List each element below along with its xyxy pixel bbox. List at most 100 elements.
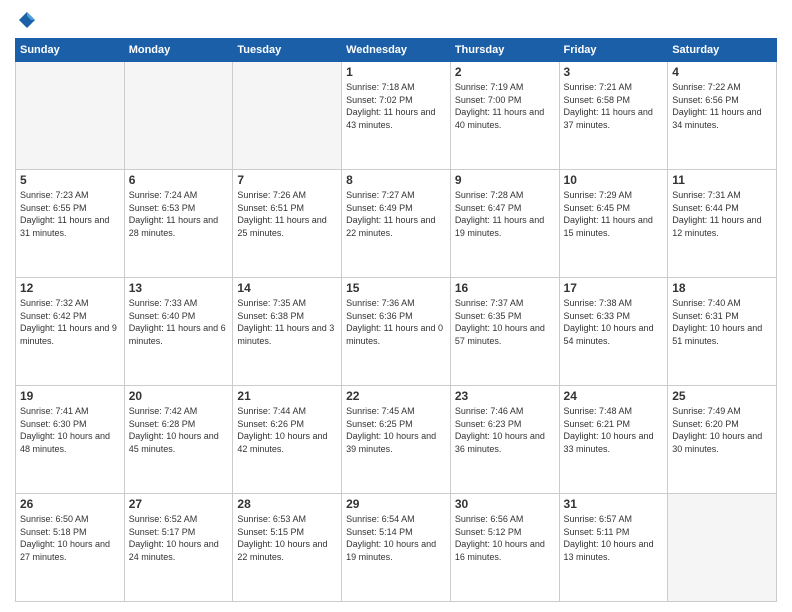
calendar-cell: 14 Sunrise: 7:35 AMSunset: 6:38 PMDayligh… [233, 278, 342, 386]
week-row-2: 5 Sunrise: 7:23 AMSunset: 6:55 PMDaylight… [16, 170, 777, 278]
weekday-header-monday: Monday [124, 39, 233, 62]
day-info: Sunrise: 7:40 AMSunset: 6:31 PMDaylight:… [672, 298, 762, 346]
calendar-cell: 31 Sunrise: 6:57 AMSunset: 5:11 PMDayligh… [559, 494, 668, 602]
day-number: 27 [129, 497, 229, 511]
day-number: 18 [672, 281, 772, 295]
day-number: 8 [346, 173, 446, 187]
day-info: Sunrise: 7:45 AMSunset: 6:25 PMDaylight:… [346, 406, 436, 454]
calendar-cell: 4Sunrise: 7:22 AMSunset: 6:56 PMDaylight… [668, 62, 777, 170]
calendar-cell: 15 Sunrise: 7:36 AMSunset: 6:36 PMDayligh… [342, 278, 451, 386]
day-info: Sunrise: 7:26 AMSunset: 6:51 PMDaylight:… [237, 190, 326, 238]
day-info: Sunrise: 7:38 AMSunset: 6:33 PMDaylight:… [564, 298, 654, 346]
day-number: 19 [20, 389, 120, 403]
calendar-cell: 27 Sunrise: 6:52 AMSunset: 5:17 PMDayligh… [124, 494, 233, 602]
day-number: 21 [237, 389, 337, 403]
day-info: Sunrise: 7:27 AMSunset: 6:49 PMDaylight:… [346, 190, 435, 238]
day-number: 31 [564, 497, 664, 511]
day-number: 12 [20, 281, 120, 295]
day-info: Sunrise: 7:28 AMSunset: 6:47 PMDaylight:… [455, 190, 544, 238]
day-info: Sunrise: 7:41 AMSunset: 6:30 PMDaylight:… [20, 406, 110, 454]
day-info: Sunrise: 7:32 AMSunset: 6:42 PMDaylight:… [20, 298, 117, 346]
day-number: 17 [564, 281, 664, 295]
calendar-cell: 3Sunrise: 7:21 AMSunset: 6:58 PMDaylight… [559, 62, 668, 170]
day-info: Sunrise: 7:37 AMSunset: 6:35 PMDaylight:… [455, 298, 545, 346]
calendar-cell [233, 62, 342, 170]
calendar-cell: 8 Sunrise: 7:27 AMSunset: 6:49 PMDaylight… [342, 170, 451, 278]
day-info: Sunrise: 7:42 AMSunset: 6:28 PMDaylight:… [129, 406, 219, 454]
calendar-cell: 22 Sunrise: 7:45 AMSunset: 6:25 PMDayligh… [342, 386, 451, 494]
calendar-cell: 10 Sunrise: 7:29 AMSunset: 6:45 PMDayligh… [559, 170, 668, 278]
calendar-cell: 7 Sunrise: 7:26 AMSunset: 6:51 PMDaylight… [233, 170, 342, 278]
day-info: Sunrise: 7:31 AMSunset: 6:44 PMDaylight:… [672, 190, 761, 238]
weekday-header-row: SundayMondayTuesdayWednesdayThursdayFrid… [16, 39, 777, 62]
calendar-cell: 5 Sunrise: 7:23 AMSunset: 6:55 PMDaylight… [16, 170, 125, 278]
week-row-1: 1 Sunrise: 7:18 AMSunset: 7:02 PMDaylight… [16, 62, 777, 170]
header [15, 10, 777, 30]
calendar-cell: 30Sunrise: 6:56 AMSunset: 5:12 PMDayligh… [450, 494, 559, 602]
day-number: 6 [129, 173, 229, 187]
weekday-header-friday: Friday [559, 39, 668, 62]
calendar-cell: 2 Sunrise: 7:19 AMSunset: 7:00 PMDaylight… [450, 62, 559, 170]
day-info: Sunrise: 6:56 AMSunset: 5:12 PMDaylight:… [455, 514, 545, 562]
weekday-header-thursday: Thursday [450, 39, 559, 62]
calendar-cell [124, 62, 233, 170]
day-number: 11 [672, 173, 772, 187]
day-info: Sunrise: 7:44 AMSunset: 6:26 PMDaylight:… [237, 406, 327, 454]
day-number: 26 [20, 497, 120, 511]
day-info: Sunrise: 7:22 AMSunset: 6:56 PMDaylight:… [672, 82, 761, 130]
day-number: 24 [564, 389, 664, 403]
day-number: 1 [346, 65, 446, 79]
weekday-header-sunday: Sunday [16, 39, 125, 62]
day-number: 20 [129, 389, 229, 403]
weekday-header-tuesday: Tuesday [233, 39, 342, 62]
day-info: Sunrise: 7:29 AMSunset: 6:45 PMDaylight:… [564, 190, 653, 238]
calendar-cell: 28 Sunrise: 6:53 AMSunset: 5:15 PMDayligh… [233, 494, 342, 602]
calendar-cell [16, 62, 125, 170]
day-number: 5 [20, 173, 120, 187]
calendar-cell: 23Sunrise: 7:46 AMSunset: 6:23 PMDayligh… [450, 386, 559, 494]
day-info: Sunrise: 7:48 AMSunset: 6:21 PMDaylight:… [564, 406, 654, 454]
calendar-cell: 12 Sunrise: 7:32 AMSunset: 6:42 PMDayligh… [16, 278, 125, 386]
calendar-cell: 16Sunrise: 7:37 AMSunset: 6:35 PMDayligh… [450, 278, 559, 386]
calendar-cell: 1 Sunrise: 7:18 AMSunset: 7:02 PMDaylight… [342, 62, 451, 170]
day-info: Sunrise: 6:53 AMSunset: 5:15 PMDaylight:… [237, 514, 327, 562]
day-number: 7 [237, 173, 337, 187]
weekday-header-wednesday: Wednesday [342, 39, 451, 62]
calendar-cell: 17 Sunrise: 7:38 AMSunset: 6:33 PMDayligh… [559, 278, 668, 386]
day-info: Sunrise: 6:57 AMSunset: 5:11 PMDaylight:… [564, 514, 654, 562]
weekday-header-saturday: Saturday [668, 39, 777, 62]
day-info: Sunrise: 7:19 AMSunset: 7:00 PMDaylight:… [455, 82, 544, 130]
day-info: Sunrise: 7:35 AMSunset: 6:38 PMDaylight:… [237, 298, 334, 346]
calendar-cell: 13Sunrise: 7:33 AMSunset: 6:40 PMDayligh… [124, 278, 233, 386]
day-number: 14 [237, 281, 337, 295]
calendar-cell: 26Sunrise: 6:50 AMSunset: 5:18 PMDayligh… [16, 494, 125, 602]
page: SundayMondayTuesdayWednesdayThursdayFrid… [0, 0, 792, 612]
day-number: 2 [455, 65, 555, 79]
calendar-cell: 19 Sunrise: 7:41 AMSunset: 6:30 PMDayligh… [16, 386, 125, 494]
day-info: Sunrise: 7:18 AMSunset: 7:02 PMDaylight:… [346, 82, 435, 130]
week-row-4: 19 Sunrise: 7:41 AMSunset: 6:30 PMDayligh… [16, 386, 777, 494]
day-info: Sunrise: 7:21 AMSunset: 6:58 PMDaylight:… [564, 82, 653, 130]
day-info: Sunrise: 7:24 AMSunset: 6:53 PMDaylight:… [129, 190, 218, 238]
day-info: Sunrise: 7:36 AMSunset: 6:36 PMDaylight:… [346, 298, 443, 346]
calendar-cell: 11 Sunrise: 7:31 AMSunset: 6:44 PMDayligh… [668, 170, 777, 278]
calendar-cell: 29 Sunrise: 6:54 AMSunset: 5:14 PMDayligh… [342, 494, 451, 602]
calendar-cell: 24 Sunrise: 7:48 AMSunset: 6:21 PMDayligh… [559, 386, 668, 494]
day-number: 29 [346, 497, 446, 511]
calendar-cell [668, 494, 777, 602]
calendar-cell: 9 Sunrise: 7:28 AMSunset: 6:47 PMDaylight… [450, 170, 559, 278]
day-number: 15 [346, 281, 446, 295]
day-info: Sunrise: 6:54 AMSunset: 5:14 PMDaylight:… [346, 514, 436, 562]
day-number: 22 [346, 389, 446, 403]
day-info: Sunrise: 7:23 AMSunset: 6:55 PMDaylight:… [20, 190, 109, 238]
calendar-cell: 21 Sunrise: 7:44 AMSunset: 6:26 PMDayligh… [233, 386, 342, 494]
day-number: 9 [455, 173, 555, 187]
day-number: 13 [129, 281, 229, 295]
day-info: Sunrise: 6:52 AMSunset: 5:17 PMDaylight:… [129, 514, 219, 562]
day-number: 10 [564, 173, 664, 187]
day-info: Sunrise: 7:46 AMSunset: 6:23 PMDaylight:… [455, 406, 545, 454]
calendar-cell: 6 Sunrise: 7:24 AMSunset: 6:53 PMDaylight… [124, 170, 233, 278]
calendar: SundayMondayTuesdayWednesdayThursdayFrid… [15, 38, 777, 602]
logo-icon [17, 10, 37, 30]
day-number: 28 [237, 497, 337, 511]
